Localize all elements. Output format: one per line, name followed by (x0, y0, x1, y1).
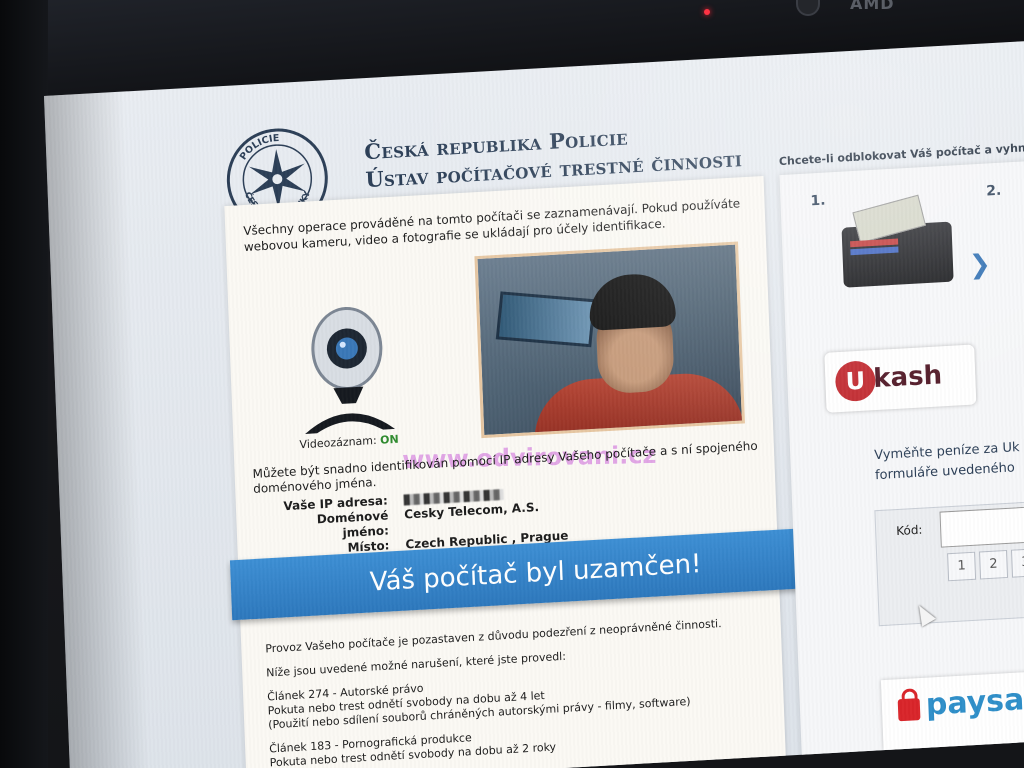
monitor: AMD POLICIE ČESKÉ REPUBLIKY Česká republ… (0, 0, 1024, 768)
brand-label: AMD (850, 0, 895, 13)
video-status-on: ON (379, 432, 399, 447)
ukash-wordmark: kash (872, 360, 943, 395)
step-2-label: 2. (985, 182, 1002, 200)
keypad: 1 2 3 (947, 548, 1024, 582)
violation-text: Provoz Vašeho počítače je pozastaven z d… (265, 614, 779, 768)
webcam-snapshot (474, 241, 745, 439)
keypad-key-1[interactable]: 1 (947, 551, 977, 582)
step-1-label: 1. (810, 192, 826, 210)
wall-picture (495, 291, 597, 348)
chevron-right-icon: ❯ (968, 249, 992, 281)
svg-text:POLICIE: POLICIE (237, 133, 280, 163)
lock-icon (897, 698, 921, 722)
voucher-code-input[interactable] (939, 503, 1024, 548)
ukash-u-icon: U (834, 360, 877, 403)
screen: POLICIE ČESKÉ REPUBLIKY Česká republika … (44, 40, 1024, 768)
ukash-logo[interactable]: U kash (824, 344, 977, 413)
person-hat (588, 272, 677, 331)
voucher-code-form: Kód: 1 2 3 (874, 499, 1024, 627)
banknote-icon (852, 194, 927, 244)
paysafecard-logo[interactable]: paysa (880, 669, 1024, 751)
main-card: Všechny operace prováděné na tomto počít… (224, 175, 842, 768)
power-led (704, 9, 710, 15)
payment-panel: 1. 2. ❯ U kash Vyměňte peníze za Uk form… (779, 159, 1024, 768)
video-label: Videozáznam: (299, 433, 377, 452)
monitor-bezel-left (0, 0, 48, 768)
wallet-icon (841, 194, 954, 288)
keypad-key-3[interactable]: 3 (1010, 548, 1024, 578)
code-label: Kód: (895, 522, 923, 539)
webcam-icon (305, 306, 395, 434)
video-recording-status: Videozáznam: ON (299, 433, 399, 452)
paysafecard-wordmark: paysa (925, 682, 1024, 723)
ukash-instructions: Vyměňte peníze za Uk formuláře uvedeného (874, 435, 1024, 486)
keypad-key-2[interactable]: 2 (979, 549, 1009, 580)
cards-icon (850, 238, 899, 248)
